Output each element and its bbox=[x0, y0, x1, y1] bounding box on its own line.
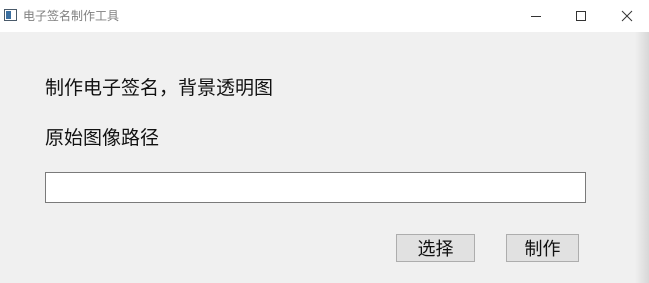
select-button[interactable]: 选择 bbox=[396, 234, 475, 262]
window-edge-shadow bbox=[635, 32, 649, 283]
close-button[interactable] bbox=[604, 0, 649, 32]
app-window: 电子签名制作工具 制作电子签名，背景透明图 原始图像路径 选择 制作 bbox=[0, 0, 649, 283]
make-button[interactable]: 制作 bbox=[506, 234, 579, 262]
close-icon bbox=[621, 10, 633, 22]
minimize-button[interactable] bbox=[513, 0, 559, 32]
minimize-icon bbox=[531, 16, 541, 17]
image-path-input[interactable] bbox=[45, 172, 586, 203]
image-path-label: 原始图像路径 bbox=[45, 127, 160, 149]
maximize-icon bbox=[576, 11, 586, 21]
title-bar[interactable]: 电子签名制作工具 bbox=[0, 0, 649, 32]
window-title: 电子签名制作工具 bbox=[23, 9, 120, 23]
app-icon bbox=[4, 9, 17, 21]
heading-label: 制作电子签名，背景透明图 bbox=[45, 77, 274, 99]
maximize-button[interactable] bbox=[558, 0, 604, 32]
